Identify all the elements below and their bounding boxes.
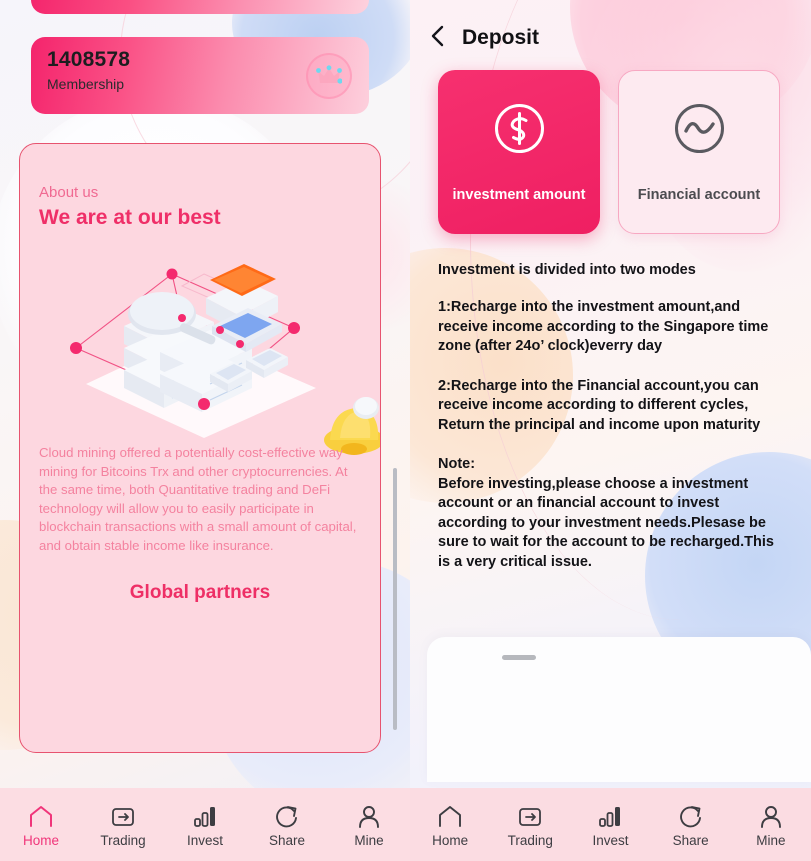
nav-label-share: Share bbox=[268, 832, 306, 848]
info-note-head: Note: bbox=[438, 456, 476, 472]
mode-label-investment-amount: investment amount bbox=[452, 187, 586, 203]
nav-label-home-right: Home bbox=[432, 832, 469, 848]
bottom-navbar-left: Home Trading Invest Share Mine bbox=[0, 788, 410, 861]
share-icon bbox=[274, 802, 300, 828]
nav-item-share[interactable]: Share bbox=[254, 802, 320, 848]
wallet-icon bbox=[517, 802, 543, 828]
nav-label-mine: Mine bbox=[354, 832, 384, 848]
mode-card-financial-account[interactable]: Financial account bbox=[618, 70, 780, 234]
nav-label-invest-right: Invest bbox=[592, 832, 629, 848]
bars-icon bbox=[192, 802, 218, 828]
nav-item-share-right[interactable]: Share bbox=[658, 802, 724, 848]
share-icon bbox=[678, 802, 704, 828]
info-lead: Investment is divided into two modes bbox=[438, 262, 696, 278]
bars-icon bbox=[597, 802, 623, 828]
deposit-mode-cards: investment amount Financial account bbox=[438, 70, 780, 234]
nav-item-invest[interactable]: Invest bbox=[172, 802, 238, 848]
nav-item-trading[interactable]: Trading bbox=[90, 802, 156, 848]
left-panel-home: 1408578 Membership About us We are at ou… bbox=[0, 0, 410, 861]
membership-card[interactable]: 1408578 Membership bbox=[31, 37, 369, 114]
info-note-body: Before investing,please choose a investm… bbox=[438, 475, 774, 570]
nav-label-home: Home bbox=[22, 832, 59, 848]
wave-circle-icon bbox=[672, 101, 727, 161]
card-above-partial bbox=[31, 0, 369, 14]
dollar-circle-icon bbox=[492, 101, 547, 161]
chevron-left-icon bbox=[430, 24, 445, 53]
about-title: We are at our best bbox=[39, 206, 221, 229]
info-item-2: 2:Recharge into the Financial account,yo… bbox=[438, 377, 761, 433]
about-body-text: Cloud mining offered a potentially cost-… bbox=[39, 445, 357, 553]
crown-icon bbox=[306, 53, 352, 99]
nav-label-mine-right: Mine bbox=[756, 832, 786, 848]
person-icon bbox=[356, 802, 382, 828]
deposit-info-content: Investment is divided into two modes 1:R… bbox=[438, 262, 782, 572]
nav-item-trading-right[interactable]: Trading bbox=[497, 802, 563, 848]
nav-item-home-right[interactable]: Home bbox=[417, 802, 483, 848]
nav-label-share-right: Share bbox=[672, 832, 709, 848]
info-item-1: 1:Recharge into the investment amount,an… bbox=[438, 299, 769, 354]
about-kicker: About us bbox=[39, 184, 99, 201]
home-icon bbox=[28, 802, 54, 828]
nav-item-mine[interactable]: Mine bbox=[336, 802, 402, 848]
bottom-sheet bbox=[427, 637, 811, 782]
page-title: Deposit bbox=[462, 26, 540, 49]
right-panel-deposit: Deposit investment amount Financial acco… bbox=[410, 0, 811, 861]
deposit-header: Deposit bbox=[410, 18, 811, 58]
mode-card-investment-amount[interactable]: investment amount bbox=[438, 70, 600, 234]
mode-label-financial-account: Financial account bbox=[637, 187, 761, 203]
back-button[interactable] bbox=[420, 21, 454, 55]
nav-label-invest: Invest bbox=[186, 832, 224, 848]
person-icon bbox=[758, 802, 784, 828]
about-us-card: About us We are at our best Cloud mining… bbox=[19, 143, 381, 753]
bottom-navbar-right: Home Trading Invest Share Mine bbox=[410, 788, 811, 861]
nav-label-trading-right: Trading bbox=[507, 832, 553, 848]
drag-handle-icon[interactable] bbox=[502, 655, 536, 660]
home-icon bbox=[437, 802, 463, 828]
wallet-icon bbox=[110, 802, 136, 828]
nav-item-invest-right[interactable]: Invest bbox=[577, 802, 643, 848]
left-panel-scrollbar[interactable] bbox=[393, 468, 397, 730]
global-partners-title: Global partners bbox=[129, 582, 271, 603]
app-screen: 1408578 Membership About us We are at ou… bbox=[0, 0, 811, 861]
nav-label-trading: Trading bbox=[100, 832, 146, 848]
isometric-servers-illustration bbox=[64, 256, 344, 456]
nav-item-mine-right[interactable]: Mine bbox=[738, 802, 804, 848]
nav-item-home[interactable]: Home bbox=[8, 802, 74, 848]
